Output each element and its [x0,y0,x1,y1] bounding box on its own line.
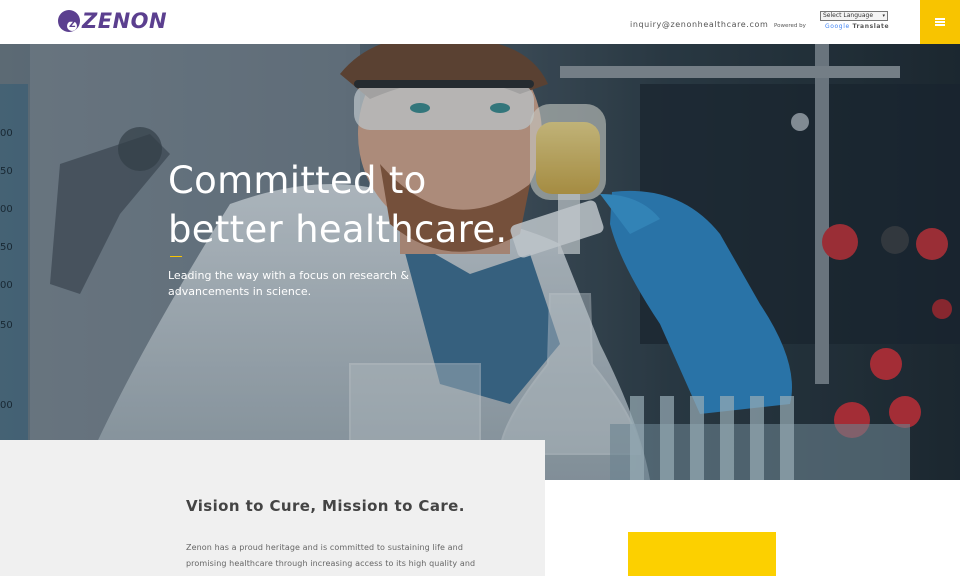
hero-subtitle: Leading the way with a focus on research… [168,269,410,298]
logo-mark-letter: Z [69,20,76,30]
google-brand: Google [825,23,850,30]
logo-text: ZENON [82,9,168,33]
logo-mark-icon: Z [58,10,80,32]
hero-title-line2: better healthcare. [168,208,508,251]
vision-body: Zenon has a proud heritage and is commit… [186,540,496,572]
vision-title: Vision to Cure, Mission to Care. [186,497,465,515]
site-header: Z ZENON inquiry@zenonhealthcare.com Powe… [0,0,960,44]
powered-by-label: Powered by [774,23,806,29]
translate-label: Translate [852,23,890,30]
hero-title-line1: Committed to [168,159,427,202]
zenon-logo[interactable]: Z ZENON [58,9,167,33]
hero-lab-image: 00 50 00 50 00 50 00 [0,44,960,480]
hero-title: Committed to better healthcare. [168,156,588,254]
email-link[interactable]: inquiry@zenonhealthcare.com [630,20,768,29]
chevron-down-icon: ▾ [882,13,885,19]
language-select[interactable]: Select Language ▾ [820,11,888,21]
menu-button[interactable] [920,0,960,44]
yellow-feature-block [628,532,776,576]
hero-banner: 00 50 00 50 00 50 00 Committed to better… [0,44,960,480]
google-translate-link[interactable]: Google Translate [825,23,889,30]
vision-body-line1: Zenon has a proud heritage and is commit… [186,543,464,552]
vision-body-line2: promising healthcare through increasing … [186,559,476,568]
hero-divider [170,256,182,257]
hamburger-icon [935,18,945,26]
language-select-value: Select Language [823,12,874,19]
